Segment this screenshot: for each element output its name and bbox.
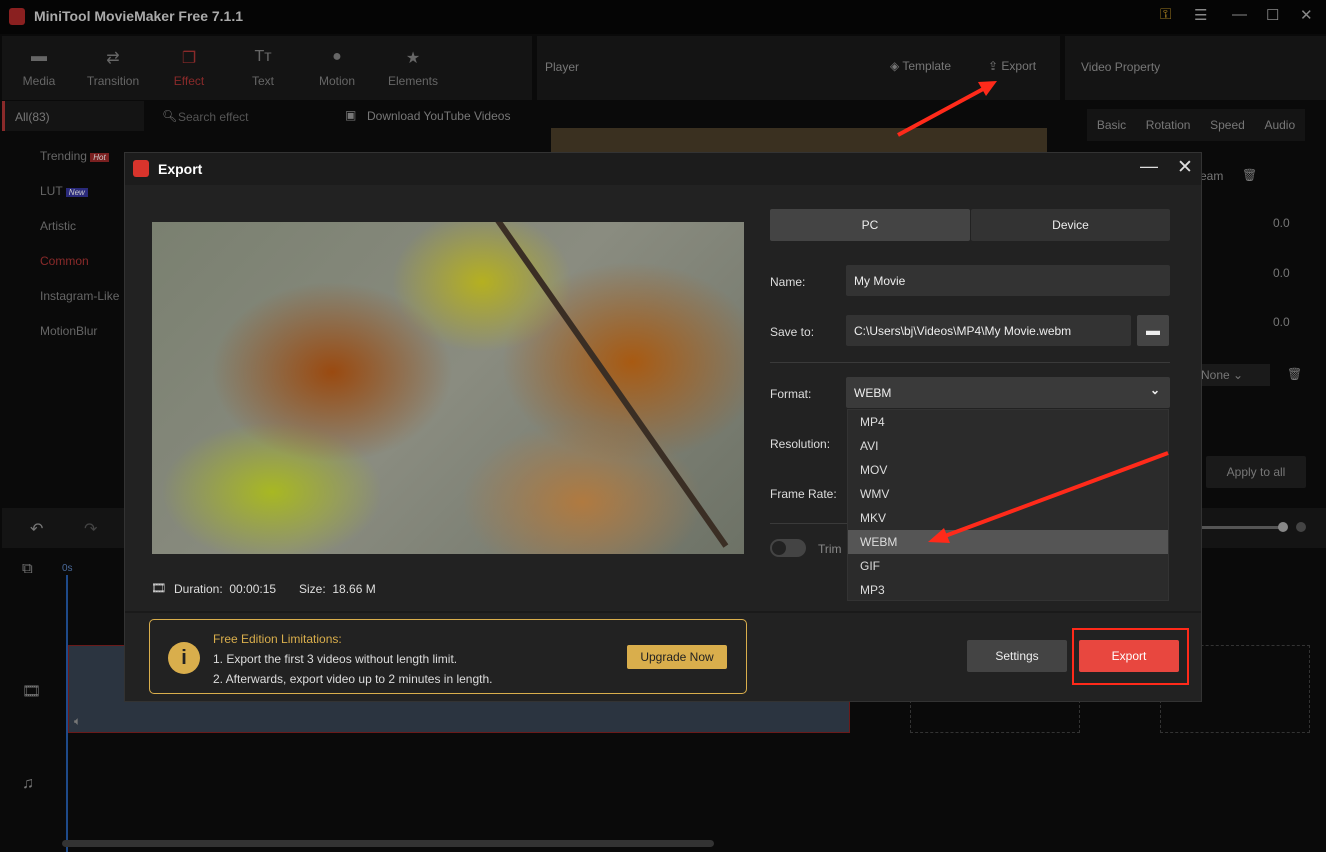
arrow-to-export — [897, 86, 986, 137]
arrowhead — [928, 528, 950, 543]
annotation-arrows — [897, 81, 1169, 543]
arrow-to-webm — [944, 451, 1169, 538]
